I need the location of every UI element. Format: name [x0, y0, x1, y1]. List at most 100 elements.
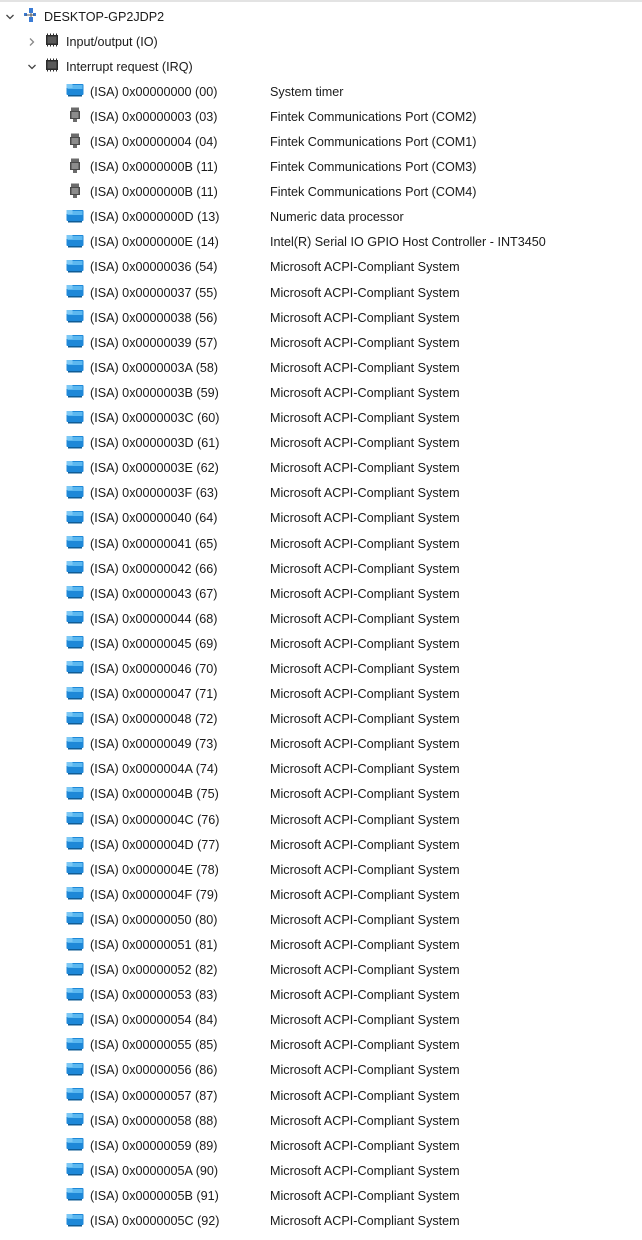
irq-address: (ISA) 0x00000049 (73): [90, 737, 218, 752]
system-device-icon: [66, 786, 84, 803]
irq-row[interactable]: (ISA) 0x00000053 (83) Microsoft ACPI-Com…: [0, 983, 642, 1008]
irq-row[interactable]: (ISA) 0x00000003 (03) Fintek Communicati…: [0, 104, 642, 129]
irq-row[interactable]: (ISA) 0x00000045 (69) Microsoft ACPI-Com…: [0, 631, 642, 656]
irq-address: (ISA) 0x00000058 (88): [90, 1113, 218, 1128]
irq-row[interactable]: (ISA) 0x0000000B (11) Fintek Communicati…: [0, 180, 642, 205]
irq-row[interactable]: (ISA) 0x00000041 (65) Microsoft ACPI-Com…: [0, 531, 642, 556]
chevron-right-icon[interactable]: [26, 36, 38, 48]
system-device-icon: [66, 711, 84, 728]
irq-list: (ISA) 0x00000000 (00) System timer (ISA)…: [0, 79, 642, 1233]
irq-device-name: Microsoft ACPI-Compliant System: [270, 887, 460, 902]
irq-row[interactable]: (ISA) 0x00000050 (80) Microsoft ACPI-Com…: [0, 907, 642, 932]
system-device-icon: [66, 309, 84, 326]
system-device-icon: [66, 886, 84, 903]
irq-row[interactable]: (ISA) 0x0000005B (91) Microsoft ACPI-Com…: [0, 1183, 642, 1208]
irq-row[interactable]: (ISA) 0x00000004 (04) Fintek Communicati…: [0, 129, 642, 154]
system-device-icon: [66, 384, 84, 401]
chevron-down-icon[interactable]: [26, 61, 38, 73]
irq-row[interactable]: (ISA) 0x00000037 (55) Microsoft ACPI-Com…: [0, 280, 642, 305]
irq-address: (ISA) 0x0000003C (60): [90, 411, 220, 426]
category-label: Input/output (IO): [66, 34, 158, 49]
system-device-icon: [66, 1112, 84, 1129]
irq-row[interactable]: (ISA) 0x00000039 (57) Microsoft ACPI-Com…: [0, 330, 642, 355]
irq-row[interactable]: (ISA) 0x0000005A (90) Microsoft ACPI-Com…: [0, 1158, 642, 1183]
irq-device-name: Microsoft ACPI-Compliant System: [270, 436, 460, 451]
irq-row[interactable]: (ISA) 0x00000048 (72) Microsoft ACPI-Com…: [0, 707, 642, 732]
irq-row[interactable]: (ISA) 0x00000000 (00) System timer: [0, 79, 642, 104]
irq-row[interactable]: (ISA) 0x00000052 (82) Microsoft ACPI-Com…: [0, 958, 642, 983]
tree-node-root[interactable]: DESKTOP-GP2JDP2: [0, 4, 642, 29]
irq-row[interactable]: (ISA) 0x0000003A (58) Microsoft ACPI-Com…: [0, 355, 642, 380]
system-device-icon: [66, 510, 84, 527]
irq-row[interactable]: (ISA) 0x00000046 (70) Microsoft ACPI-Com…: [0, 656, 642, 681]
irq-row[interactable]: (ISA) 0x00000055 (85) Microsoft ACPI-Com…: [0, 1033, 642, 1058]
irq-address: (ISA) 0x0000003E (62): [90, 461, 219, 476]
irq-row[interactable]: (ISA) 0x00000047 (71) Microsoft ACPI-Com…: [0, 682, 642, 707]
system-device-icon: [66, 1137, 84, 1154]
system-device-icon: [66, 359, 84, 376]
system-device-icon: [66, 435, 84, 452]
irq-address: (ISA) 0x00000046 (70): [90, 661, 218, 676]
irq-device-name: Microsoft ACPI-Compliant System: [270, 1063, 460, 1078]
irq-row[interactable]: (ISA) 0x0000000E (14) Intel(R) Serial IO…: [0, 230, 642, 255]
irq-address: (ISA) 0x00000051 (81): [90, 938, 218, 953]
irq-row[interactable]: (ISA) 0x0000000D (13) Numeric data proce…: [0, 205, 642, 230]
irq-row[interactable]: (ISA) 0x0000003B (59) Microsoft ACPI-Com…: [0, 380, 642, 405]
system-device-icon: [66, 585, 84, 602]
system-device-icon: [66, 660, 84, 677]
port-icon: [66, 183, 84, 202]
tree-node-io[interactable]: Input/output (IO): [0, 29, 642, 54]
system-device-icon: [66, 259, 84, 276]
irq-row[interactable]: (ISA) 0x0000004B (75) Microsoft ACPI-Com…: [0, 782, 642, 807]
irq-device-name: Microsoft ACPI-Compliant System: [270, 411, 460, 426]
irq-row[interactable]: (ISA) 0x00000049 (73) Microsoft ACPI-Com…: [0, 732, 642, 757]
system-device-icon: [66, 1213, 84, 1230]
irq-device-name: Microsoft ACPI-Compliant System: [270, 335, 460, 350]
irq-row[interactable]: (ISA) 0x00000042 (66) Microsoft ACPI-Com…: [0, 556, 642, 581]
irq-row[interactable]: (ISA) 0x00000059 (89) Microsoft ACPI-Com…: [0, 1133, 642, 1158]
irq-row[interactable]: (ISA) 0x0000004C (76) Microsoft ACPI-Com…: [0, 807, 642, 832]
irq-row[interactable]: (ISA) 0x00000036 (54) Microsoft ACPI-Com…: [0, 255, 642, 280]
irq-row[interactable]: (ISA) 0x0000004F (79) Microsoft ACPI-Com…: [0, 882, 642, 907]
irq-row[interactable]: (ISA) 0x0000003F (63) Microsoft ACPI-Com…: [0, 481, 642, 506]
irq-address: (ISA) 0x00000053 (83): [90, 988, 218, 1003]
irq-device-name: Microsoft ACPI-Compliant System: [270, 511, 460, 526]
irq-address: (ISA) 0x00000036 (54): [90, 260, 218, 275]
irq-device-name: Intel(R) Serial IO GPIO Host Controller …: [270, 235, 546, 250]
irq-row[interactable]: (ISA) 0x00000051 (81) Microsoft ACPI-Com…: [0, 932, 642, 957]
irq-address: (ISA) 0x00000054 (84): [90, 1013, 218, 1028]
system-device-icon: [66, 1162, 84, 1179]
irq-row[interactable]: (ISA) 0x00000038 (56) Microsoft ACPI-Com…: [0, 305, 642, 330]
irq-row[interactable]: (ISA) 0x0000000B (11) Fintek Communicati…: [0, 155, 642, 180]
irq-device-name: Microsoft ACPI-Compliant System: [270, 611, 460, 626]
irq-address: (ISA) 0x00000044 (68): [90, 611, 218, 626]
irq-row[interactable]: (ISA) 0x0000004E (78) Microsoft ACPI-Com…: [0, 857, 642, 882]
chevron-down-icon[interactable]: [4, 11, 16, 23]
irq-row[interactable]: (ISA) 0x0000005C (92) Microsoft ACPI-Com…: [0, 1209, 642, 1234]
irq-row[interactable]: (ISA) 0x00000054 (84) Microsoft ACPI-Com…: [0, 1008, 642, 1033]
tree-node-irq[interactable]: Interrupt request (IRQ): [0, 54, 642, 79]
irq-row[interactable]: (ISA) 0x0000003D (61) Microsoft ACPI-Com…: [0, 431, 642, 456]
irq-row[interactable]: (ISA) 0x00000044 (68) Microsoft ACPI-Com…: [0, 606, 642, 631]
device-tree[interactable]: DESKTOP-GP2JDP2 Input/output (IO) Interr…: [0, 4, 642, 1234]
irq-address: (ISA) 0x00000038 (56): [90, 310, 218, 325]
irq-address: (ISA) 0x0000005B (91): [90, 1188, 219, 1203]
irq-device-name: Microsoft ACPI-Compliant System: [270, 536, 460, 551]
irq-device-name: Fintek Communications Port (COM2): [270, 109, 477, 124]
irq-row[interactable]: (ISA) 0x0000003C (60) Microsoft ACPI-Com…: [0, 406, 642, 431]
irq-row[interactable]: (ISA) 0x00000056 (86) Microsoft ACPI-Com…: [0, 1058, 642, 1083]
irq-address: (ISA) 0x00000037 (55): [90, 285, 218, 300]
system-device-icon: [66, 284, 84, 301]
irq-row[interactable]: (ISA) 0x00000043 (67) Microsoft ACPI-Com…: [0, 581, 642, 606]
irq-device-name: Microsoft ACPI-Compliant System: [270, 1163, 460, 1178]
irq-row[interactable]: (ISA) 0x00000057 (87) Microsoft ACPI-Com…: [0, 1083, 642, 1108]
irq-row[interactable]: (ISA) 0x00000040 (64) Microsoft ACPI-Com…: [0, 506, 642, 531]
irq-device-name: Microsoft ACPI-Compliant System: [270, 712, 460, 727]
irq-row[interactable]: (ISA) 0x00000058 (88) Microsoft ACPI-Com…: [0, 1108, 642, 1133]
irq-row[interactable]: (ISA) 0x0000004A (74) Microsoft ACPI-Com…: [0, 757, 642, 782]
irq-row[interactable]: (ISA) 0x0000003E (62) Microsoft ACPI-Com…: [0, 456, 642, 481]
system-device-icon: [66, 686, 84, 703]
irq-device-name: Microsoft ACPI-Compliant System: [270, 360, 460, 375]
irq-row[interactable]: (ISA) 0x0000004D (77) Microsoft ACPI-Com…: [0, 832, 642, 857]
irq-address: (ISA) 0x0000005C (92): [90, 1214, 220, 1229]
